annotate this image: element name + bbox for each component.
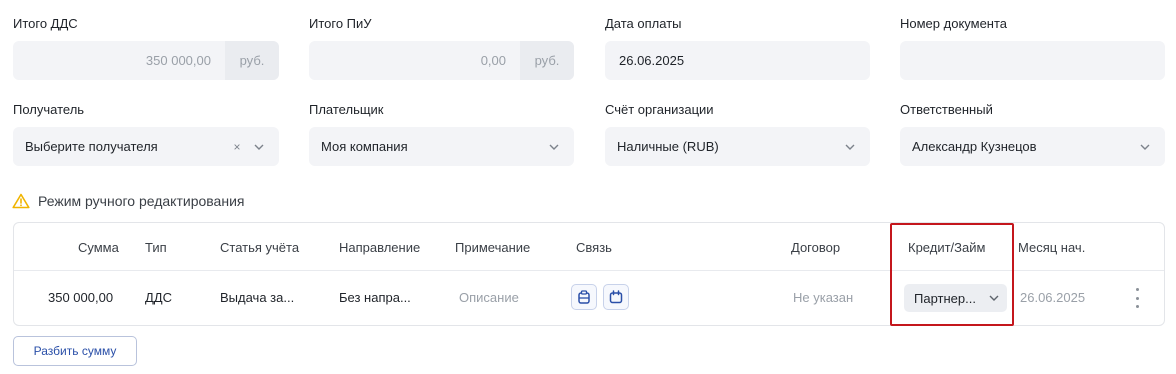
cell-amount: 350 000,00	[48, 290, 114, 305]
recipient-value: Выберите получателя	[25, 139, 158, 154]
total-piu-unit: руб.	[520, 41, 574, 80]
cell-direction[interactable]: Без напра...	[339, 290, 411, 305]
header-credit: Кредит/Займ	[908, 240, 986, 255]
total-dds-amount: 350 000,00	[145, 53, 211, 68]
cell-type: ДДС	[145, 290, 172, 305]
header-type: Тип	[145, 240, 167, 255]
total-piu-amount: 0,00	[480, 53, 506, 68]
payment-date-value: 26.06.2025	[619, 53, 685, 68]
recipient-label: Получатель	[13, 102, 85, 117]
header-contract: Договор	[791, 240, 841, 255]
org-account-label: Счёт организации	[605, 102, 714, 117]
chevron-down-icon	[1139, 141, 1151, 153]
payer-value: Моя компания	[321, 139, 408, 154]
link-calendar-button[interactable]	[603, 284, 629, 310]
cell-note[interactable]: Описание	[459, 290, 519, 305]
total-piu-field: 0,00 руб.	[309, 41, 574, 80]
recipient-select[interactable]: Выберите получателя ×	[13, 127, 279, 166]
cell-contract[interactable]: Не указан	[793, 290, 853, 305]
manual-edit-warning: Режим ручного редактирования	[12, 193, 244, 209]
row-more-icon[interactable]	[1131, 288, 1143, 308]
org-account-select[interactable]: Наличные (RUB)	[605, 127, 870, 166]
header-amount: Сумма	[78, 240, 119, 255]
operations-table: Сумма Тип Статья учёта Направление Приме…	[13, 222, 1165, 326]
credit-loan-select[interactable]: Партнер...	[904, 284, 1007, 312]
table-header: Сумма Тип Статья учёта Направление Приме…	[14, 223, 1164, 271]
header-note: Примечание	[455, 240, 531, 255]
chevron-down-icon	[989, 295, 999, 301]
clear-icon[interactable]: ×	[229, 140, 245, 154]
warning-text: Режим ручного редактирования	[38, 193, 245, 209]
calendar-icon	[609, 290, 623, 304]
header-link: Связь	[576, 240, 612, 255]
payment-date-label: Дата оплаты	[605, 16, 682, 31]
split-amount-button[interactable]: Разбить сумму	[13, 336, 137, 366]
total-dds-field: 350 000,00 руб.	[13, 41, 279, 80]
responsible-value: Александр Кузнецов	[912, 139, 1037, 154]
header-month-start: Месяц нач.	[1018, 240, 1086, 255]
total-dds-label: Итого ДДС	[13, 16, 78, 31]
org-account-value: Наличные (RUB)	[617, 139, 719, 154]
responsible-label: Ответственный	[900, 102, 993, 117]
header-article: Статья учёта	[220, 240, 300, 255]
chevron-down-icon	[253, 141, 265, 153]
total-piu-label: Итого ПиУ	[309, 16, 372, 31]
document-number-field[interactable]	[900, 41, 1165, 80]
payment-date-field[interactable]: 26.06.2025	[605, 41, 870, 80]
link-document-button[interactable]	[571, 284, 597, 310]
total-dds-unit: руб.	[225, 41, 279, 80]
cell-month-start[interactable]: 26.06.2025	[1020, 290, 1085, 305]
credit-loan-value: Партнер...	[914, 290, 976, 306]
responsible-select[interactable]: Александр Кузнецов	[900, 127, 1165, 166]
chevron-down-icon	[844, 141, 856, 153]
payer-select[interactable]: Моя компания	[309, 127, 574, 166]
warning-triangle-icon	[12, 193, 30, 209]
cell-article[interactable]: Выдача за...	[220, 290, 294, 305]
document-number-label: Номер документа	[900, 16, 1008, 31]
clipboard-icon	[577, 290, 591, 304]
payer-label: Плательщик	[309, 102, 384, 117]
header-direction: Направление	[339, 240, 421, 255]
table-row: 350 000,00 ДДС Выдача за... Без напра...…	[14, 271, 1164, 326]
chevron-down-icon	[548, 141, 560, 153]
